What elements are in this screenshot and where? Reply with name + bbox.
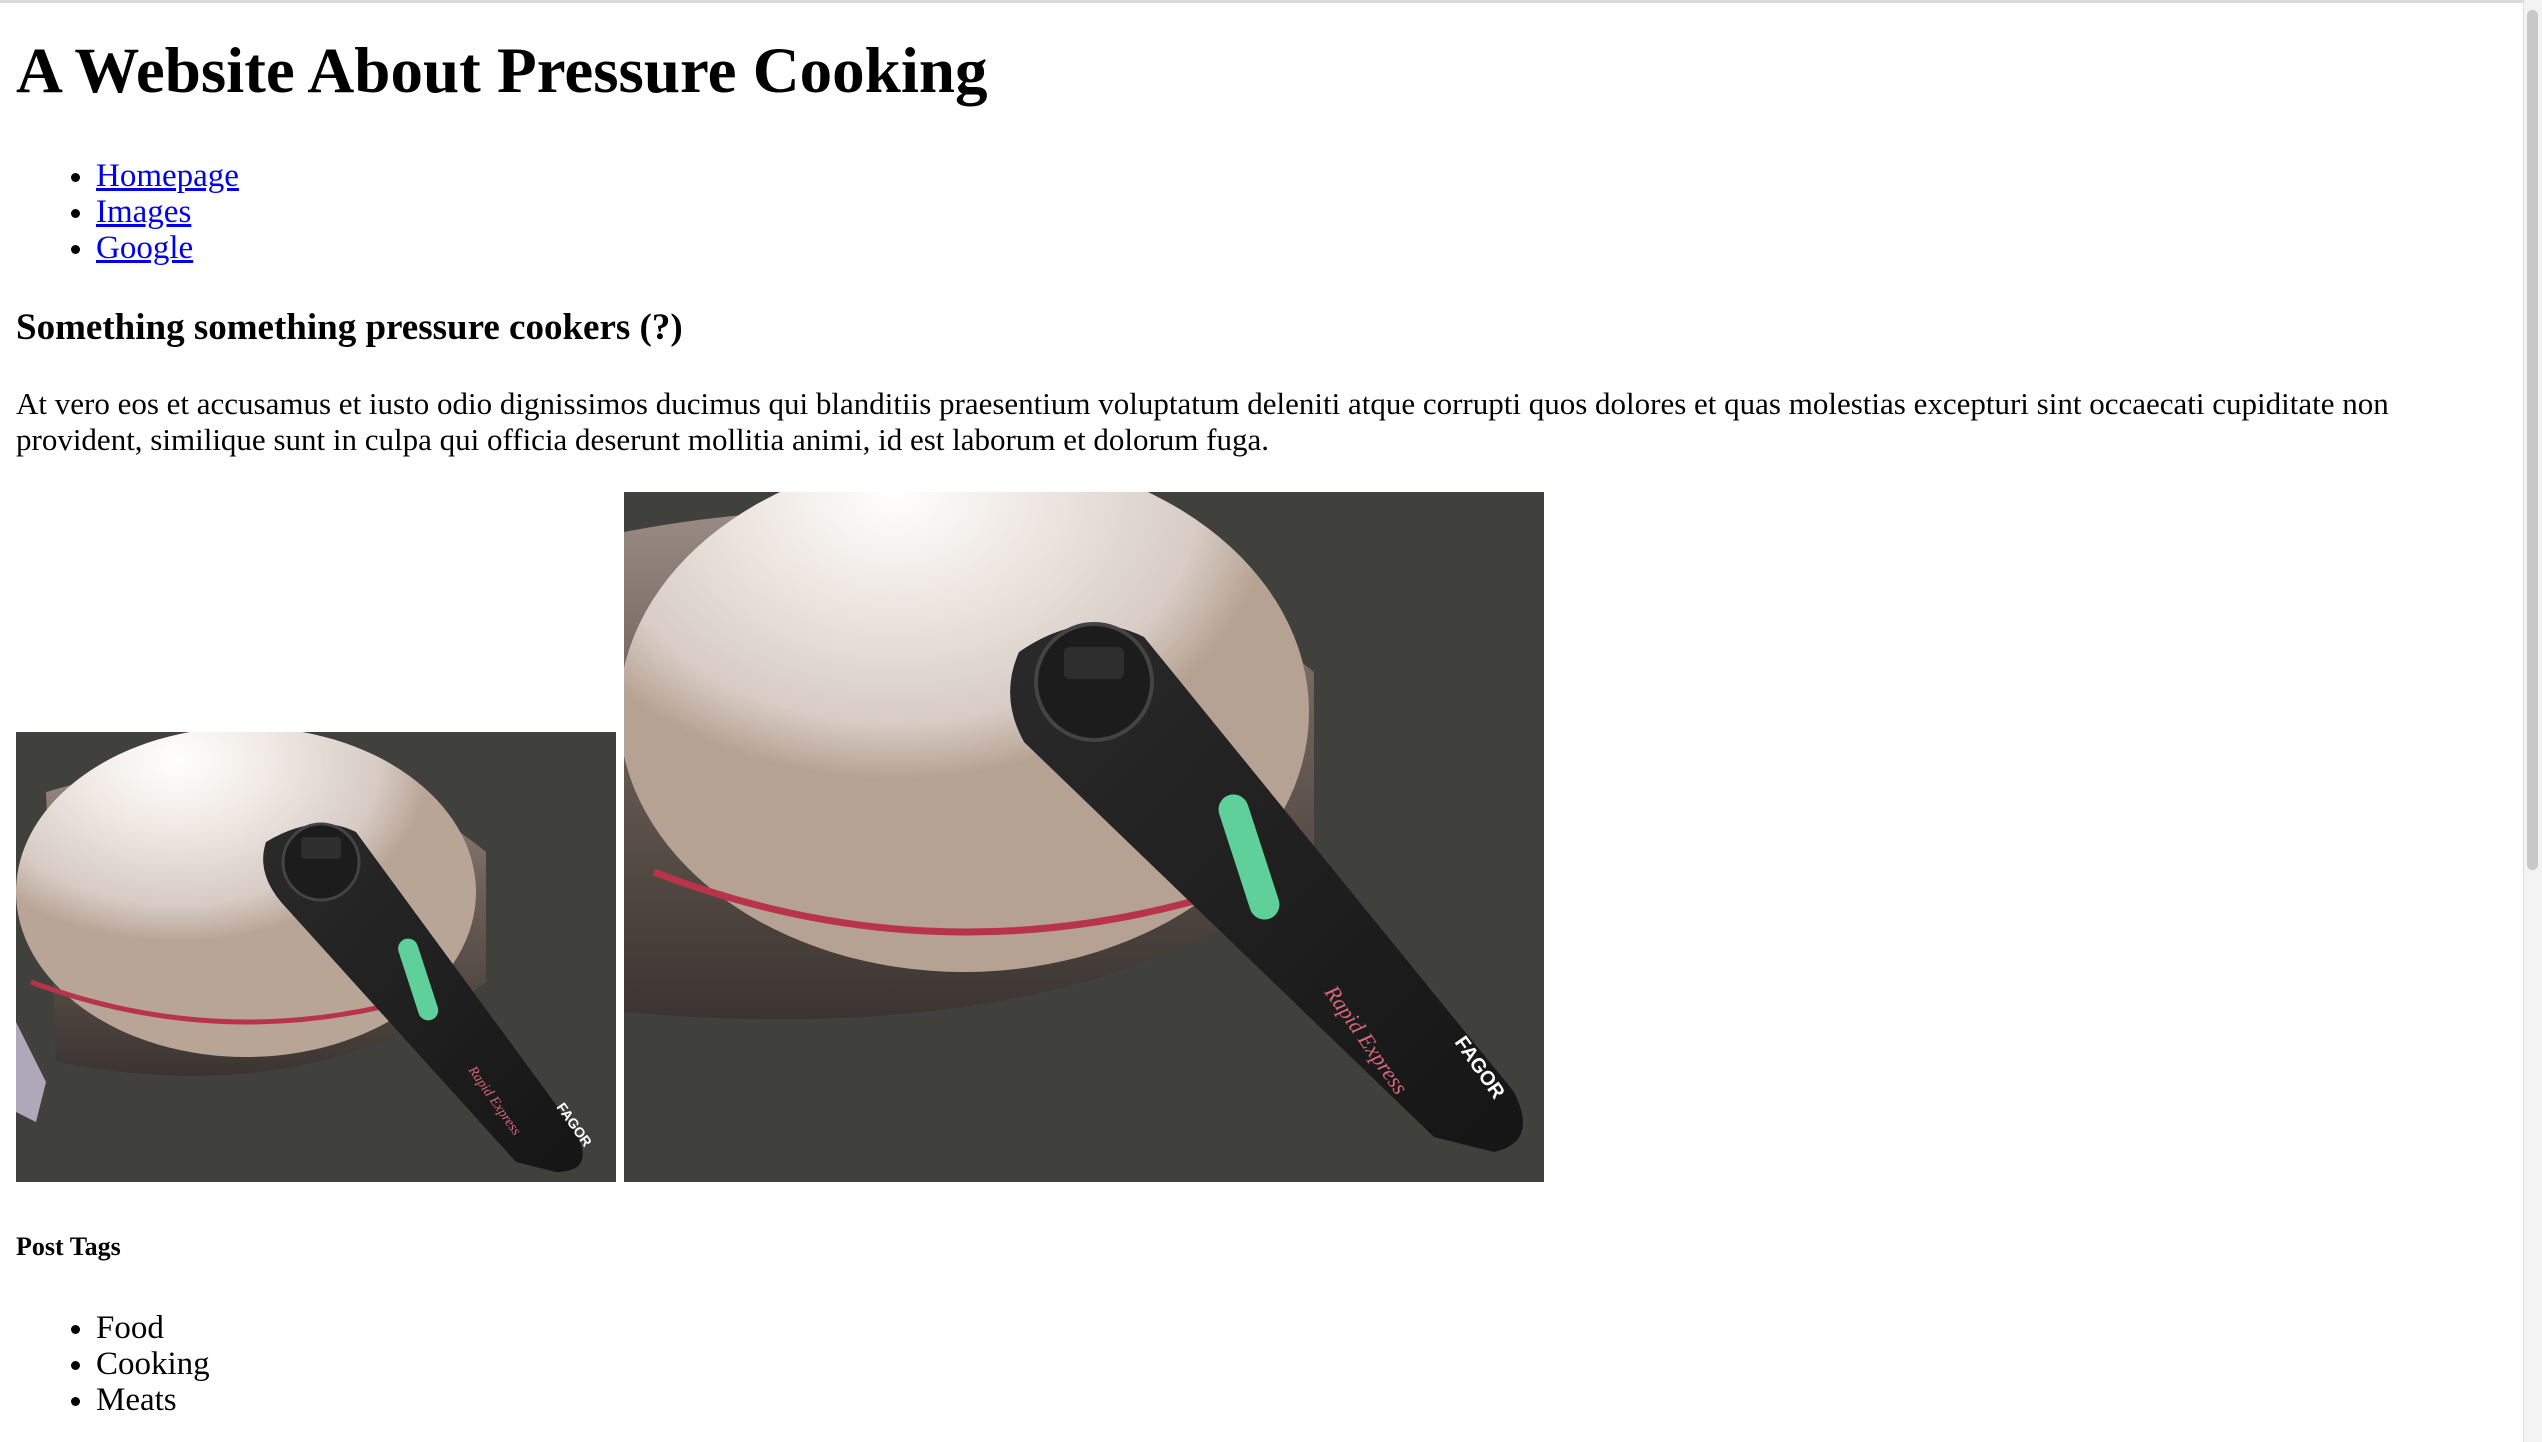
- pressure-cooker-photo-large: Rapid Express FAGOR: [624, 492, 1544, 1182]
- tags-heading: Post Tags: [16, 1232, 121, 1261]
- tag-item: Cooking: [96, 1346, 210, 1382]
- nav-item-homepage: Homepage: [96, 158, 239, 194]
- article-paragraph: At vero eos et accusamus et iusto odio d…: [16, 386, 2389, 457]
- tag-item: Meats: [96, 1382, 210, 1418]
- nav-list: Homepage Images Google: [16, 158, 239, 266]
- nav-item-google: Google: [96, 230, 239, 266]
- article-heading: Something something pressure cookers (?): [16, 307, 683, 348]
- nav-link-google[interactable]: Google: [96, 230, 193, 266]
- tags-list: Food Cooking Meats: [16, 1310, 210, 1418]
- scrollbar-thumb[interactable]: [2527, 10, 2538, 870]
- image-gallery: Rapid Express FAGOR Rapid Express FAGOR: [16, 492, 1546, 1182]
- pressure-cooker-photo-small: Rapid Express FAGOR: [16, 732, 616, 1182]
- page-title: A Website About Pressure Cooking: [16, 35, 988, 107]
- nav-item-images: Images: [96, 194, 239, 230]
- nav-link-homepage[interactable]: Homepage: [96, 158, 239, 194]
- nav-link-images[interactable]: Images: [96, 194, 191, 230]
- window-top-border: [0, 0, 2542, 3]
- tag-item: Food: [96, 1310, 210, 1346]
